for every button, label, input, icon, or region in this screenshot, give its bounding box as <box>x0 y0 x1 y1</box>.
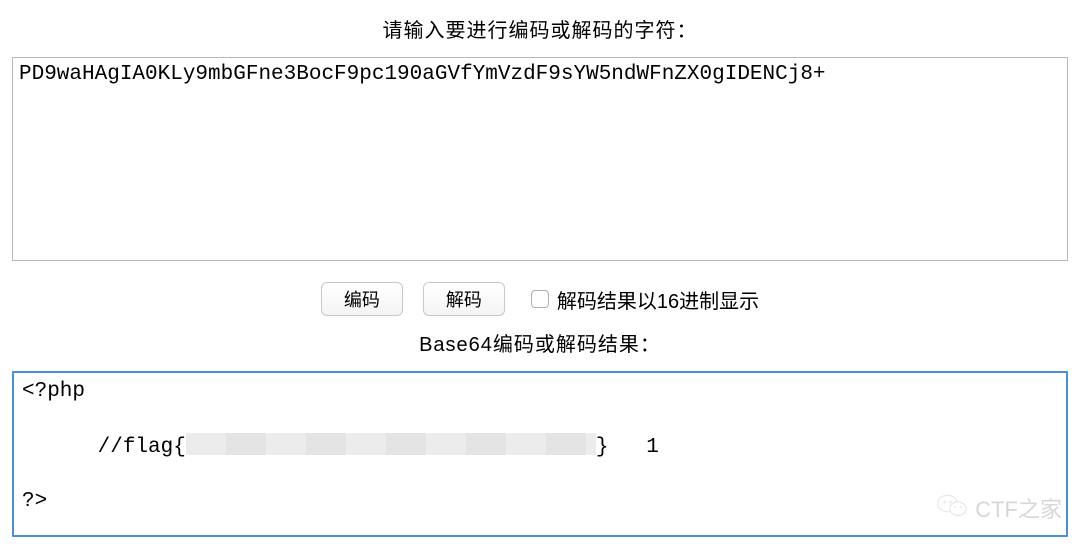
source-textarea[interactable] <box>12 57 1068 261</box>
output-line-1: <?php <box>22 379 1058 406</box>
hex-checkbox[interactable] <box>531 290 549 308</box>
decode-button[interactable]: 解码 <box>423 282 505 316</box>
controls-row: 编码 解码 解码结果以16进制显示 <box>12 282 1068 316</box>
flag-suffix: } 1 <box>596 436 659 459</box>
output-heading: Base64编码或解码结果： <box>12 328 1068 357</box>
output-line-2: //flag{ } 1 <box>22 406 1058 489</box>
censored-region <box>186 433 596 455</box>
encode-button[interactable]: 编码 <box>321 282 403 316</box>
result-textarea[interactable]: <?php //flag{ } 1 ?> <box>12 371 1068 537</box>
hex-checkbox-label: 解码结果以16进制显示 <box>557 285 759 314</box>
input-heading: 请输入要进行编码或解码的字符： <box>12 14 1068 43</box>
hex-checkbox-wrap: 解码结果以16进制显示 <box>531 285 759 314</box>
output-line-3: ?> <box>22 489 1058 516</box>
flag-prefix: //flag{ <box>98 436 186 459</box>
